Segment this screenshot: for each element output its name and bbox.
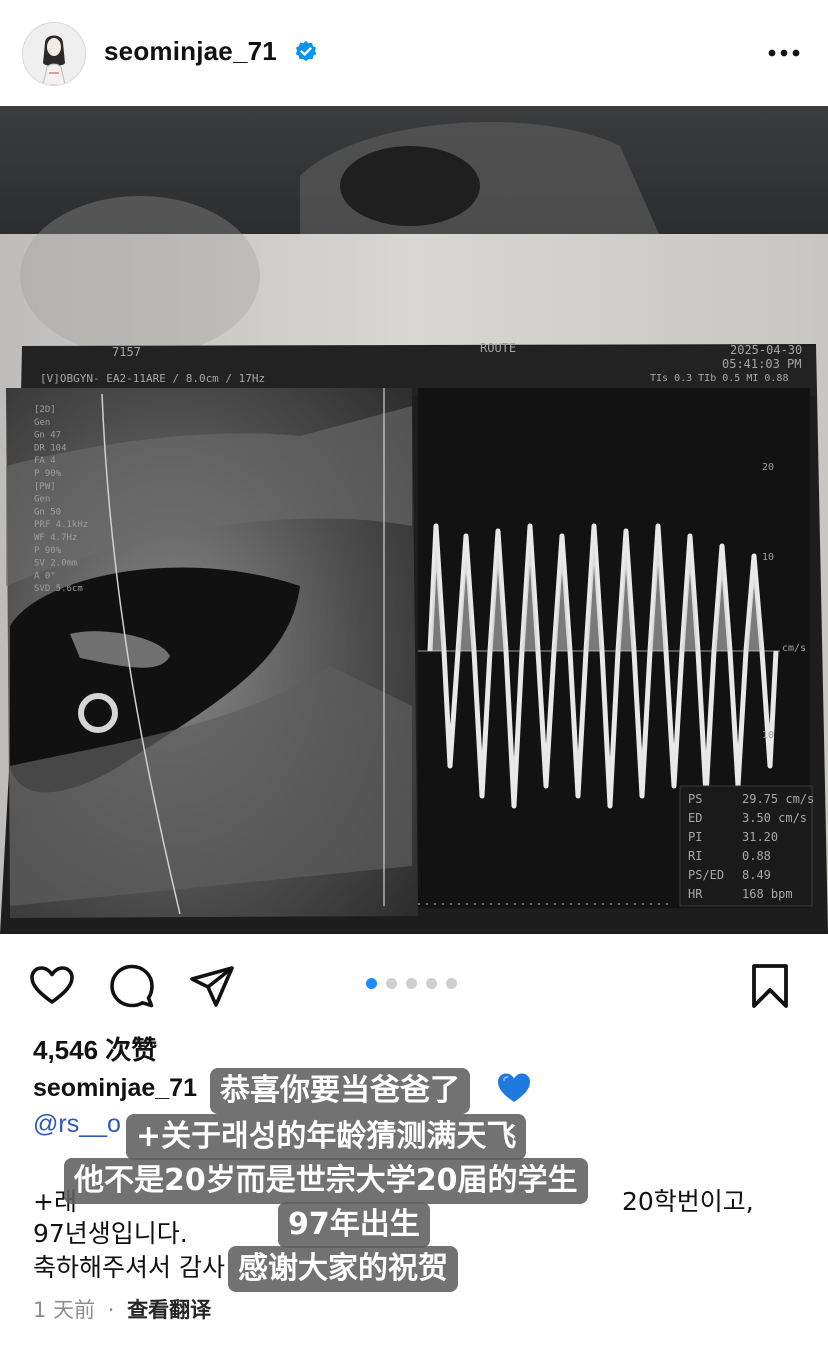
- see-translation-link[interactable]: 查看翻译: [127, 1298, 211, 1322]
- bookmark-outline-icon[interactable]: [746, 962, 794, 1010]
- photo-tis-line: TIs 0.3 TIb 0.5 MI 0.88: [650, 373, 788, 384]
- likes-count[interactable]: 4,546 次赞: [33, 1030, 157, 1067]
- measurement-value: 3.50 cm/s: [742, 811, 807, 825]
- ultrasound-param: FA 4: [34, 456, 56, 466]
- ultrasound-param: PRF 4.1kHz: [34, 520, 88, 530]
- ultrasound-param: Gen: [34, 418, 50, 428]
- ultrasound-param: Gen: [34, 495, 50, 505]
- measurement-value: 29.75 cm/s: [742, 792, 814, 806]
- carousel-dot: [386, 978, 397, 989]
- measurement-value: 8.49: [742, 868, 771, 882]
- post-meta: 1 天前 · 查看翻译: [33, 1294, 211, 1324]
- measurement-value: 31.20: [742, 830, 778, 844]
- ultrasound-param: DR 104: [34, 443, 67, 453]
- caption-username[interactable]: seominjae_71: [33, 1074, 197, 1103]
- scale-label: cm/s: [782, 643, 806, 654]
- ultrasound-param: [PW]: [34, 482, 56, 492]
- caption-line-1-end: 20학번이고,: [622, 1187, 754, 1216]
- subtitle-line-4: 97年出生: [278, 1202, 430, 1248]
- measurement-label: HR: [688, 887, 703, 901]
- post-actions-bar: [0, 950, 828, 1020]
- ultrasound-param: P 90%: [34, 469, 62, 479]
- ultrasound-param: WF 4.7Hz: [34, 533, 77, 543]
- measurement-value: 0.88: [742, 849, 771, 863]
- meta-separator: ·: [107, 1298, 115, 1322]
- post-header: seominjae_71: [0, 0, 828, 106]
- carousel-dot: [446, 978, 457, 989]
- ultrasound-param: Gn 50: [34, 507, 61, 517]
- carousel-dot: [366, 978, 377, 989]
- scale-label: 20: [762, 462, 774, 473]
- caption-line-2: 97년생입니다.: [33, 1219, 188, 1248]
- photo-code: 7157: [112, 345, 141, 359]
- ultrasound-printout-image: 2025-04-30 05:41:03 PM ROUTE 7157 [V]OBG…: [0, 106, 828, 934]
- photo-date: 2025-04-30: [730, 343, 802, 357]
- carousel-indicator: [366, 974, 466, 989]
- carousel-dot: [426, 978, 437, 989]
- profile-avatar[interactable]: [22, 22, 86, 86]
- ultrasound-param: Gn 47: [34, 431, 61, 441]
- blue-heart-emoji-icon: [498, 1073, 530, 1102]
- measurement-label: RI: [688, 849, 702, 863]
- caption-mention[interactable]: @rs__o: [33, 1110, 121, 1139]
- ultrasound-param: SV 2.0mm: [34, 559, 77, 569]
- post-time-ago: 1 天前: [33, 1298, 96, 1322]
- photo-mode-line: [V]OBGYN- EA2-11ARE / 8.0cm / 17Hz: [40, 372, 265, 385]
- ultrasound-param: SVD 5.6cm: [34, 584, 83, 594]
- ultrasound-param: [2D]: [34, 405, 56, 415]
- measurement-label: ED: [688, 811, 702, 825]
- more-options-icon[interactable]: [764, 38, 804, 68]
- comment-bubble-icon[interactable]: [108, 962, 156, 1010]
- verified-badge-icon: [295, 41, 317, 61]
- paper-plane-icon[interactable]: [188, 962, 236, 1010]
- post-username[interactable]: seominjae_71: [104, 36, 277, 67]
- heart-outline-icon[interactable]: [28, 962, 76, 1010]
- scale-label: 10: [762, 552, 774, 563]
- photo-route: ROUTE: [480, 341, 516, 355]
- measurement-label: PI: [688, 830, 702, 844]
- measurement-label: PS: [688, 792, 702, 806]
- photo-time: 05:41:03 PM: [722, 357, 801, 371]
- measurement-value: 168 bpm: [742, 887, 793, 901]
- caption-line-3: 축하해주셔서 감사: [33, 1253, 225, 1282]
- ultrasound-param: P 90%: [34, 546, 62, 556]
- scale-label: 10: [762, 730, 774, 741]
- subtitle-line-2: +关于래성的年龄猜测满天飞: [126, 1114, 527, 1160]
- subtitle-line-3: 他不是20岁而是世宗大学20届的学生: [64, 1158, 588, 1204]
- subtitle-line-5: 感谢大家的祝贺: [228, 1246, 458, 1292]
- subtitle-line-1: 恭喜你要当爸爸了: [210, 1068, 470, 1114]
- avatar-illustration-icon: [23, 23, 85, 85]
- carousel-dot: [406, 978, 417, 989]
- post-photo[interactable]: 2025-04-30 05:41:03 PM ROUTE 7157 [V]OBG…: [0, 106, 828, 934]
- ultrasound-param: A 0°: [34, 571, 56, 581]
- measurement-label: PS/ED: [688, 868, 724, 882]
